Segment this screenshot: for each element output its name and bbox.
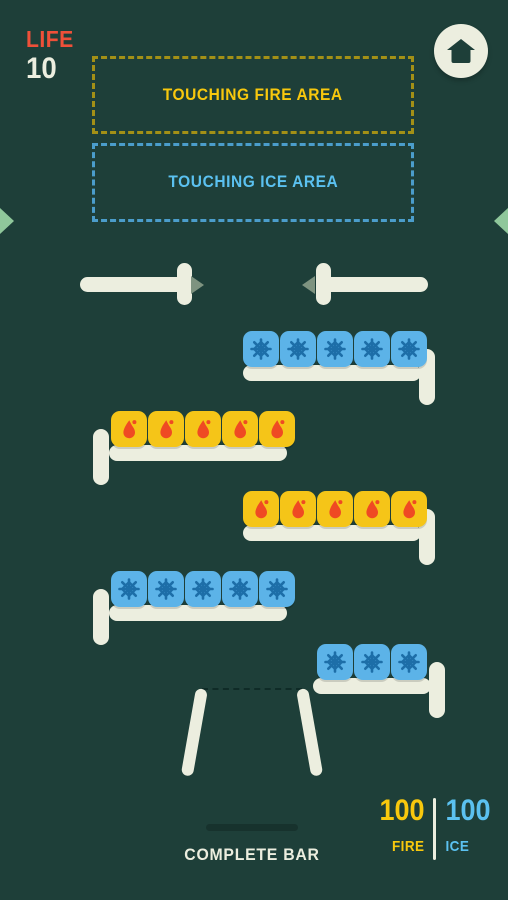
block-bar-1-blocks bbox=[243, 331, 427, 367]
block-bar-4-stem bbox=[93, 589, 109, 645]
ice-block bbox=[148, 571, 184, 607]
flame-icon bbox=[286, 497, 310, 521]
gate-bar-left-stem bbox=[177, 263, 192, 305]
fire-block bbox=[317, 491, 353, 527]
block-bar-5-blocks bbox=[317, 644, 427, 680]
score-panel: 100 FIRE 100 ICE bbox=[377, 796, 492, 860]
ice-block bbox=[259, 571, 295, 607]
snowflake-icon bbox=[191, 577, 215, 601]
ice-block bbox=[391, 331, 427, 367]
ice-block bbox=[317, 331, 353, 367]
flame-icon bbox=[228, 417, 252, 441]
ice-block bbox=[185, 571, 221, 607]
home-icon bbox=[446, 37, 476, 65]
triangle-left-icon bbox=[302, 276, 315, 294]
ice-block bbox=[222, 571, 258, 607]
fire-score: 100 FIRE bbox=[377, 794, 433, 856]
fire-block bbox=[354, 491, 390, 527]
gate-bar-left-arm bbox=[80, 277, 190, 292]
flame-icon bbox=[191, 417, 215, 441]
gate-row bbox=[0, 256, 508, 312]
block-bar-3-arm bbox=[243, 525, 421, 541]
snowflake-icon bbox=[265, 577, 289, 601]
life-label: LIFE bbox=[26, 26, 74, 52]
snowflake-icon bbox=[249, 337, 273, 361]
snowflake-icon bbox=[323, 650, 347, 674]
ice-block bbox=[354, 644, 390, 680]
funnel-container bbox=[180, 687, 324, 778]
snowflake-icon bbox=[117, 577, 141, 601]
progress-track bbox=[206, 824, 298, 831]
fire-block bbox=[185, 411, 221, 447]
ice-block bbox=[354, 331, 390, 367]
block-bar-2-arm bbox=[109, 445, 287, 461]
block-bar-5-stem bbox=[429, 662, 445, 718]
ice-block bbox=[243, 331, 279, 367]
block-bar-2-blocks bbox=[111, 411, 295, 447]
ice-score-label: ICE bbox=[445, 838, 470, 855]
life-counter: LIFE 10 bbox=[26, 28, 78, 85]
fire-score-label: FIRE bbox=[391, 838, 425, 855]
gate-bar-right-stem bbox=[316, 263, 331, 305]
snowflake-icon bbox=[360, 337, 384, 361]
snowflake-icon bbox=[286, 337, 310, 361]
triangle-right-icon bbox=[191, 276, 204, 294]
flame-icon bbox=[154, 417, 178, 441]
touching-fire-area-label: TOUCHING FIRE AREA bbox=[163, 85, 343, 104]
snowflake-icon bbox=[228, 577, 252, 601]
ice-block bbox=[280, 331, 316, 367]
block-bar-1-arm bbox=[243, 365, 421, 381]
block-bar-4[interactable] bbox=[93, 571, 295, 645]
ice-score-value: 100 bbox=[445, 794, 491, 827]
touching-ice-area: TOUCHING ICE AREA bbox=[92, 143, 414, 222]
ice-block bbox=[317, 644, 353, 680]
block-bar-4-arm bbox=[109, 605, 287, 621]
fire-block bbox=[280, 491, 316, 527]
fire-block bbox=[391, 491, 427, 527]
flame-icon bbox=[117, 417, 141, 441]
fire-block bbox=[243, 491, 279, 527]
snowflake-icon bbox=[397, 650, 421, 674]
complete-bar-progress: COMPLETE BAR bbox=[150, 824, 354, 865]
flame-icon bbox=[265, 417, 289, 441]
nav-arrow-right[interactable] bbox=[494, 208, 508, 234]
snowflake-icon bbox=[397, 337, 421, 361]
flame-icon bbox=[249, 497, 273, 521]
fire-block bbox=[222, 411, 258, 447]
gate-bar-right-arm bbox=[318, 277, 428, 292]
home-button[interactable] bbox=[434, 24, 488, 78]
block-bar-2-stem bbox=[93, 429, 109, 485]
fire-score-value: 100 bbox=[379, 794, 425, 827]
touching-ice-area-label: TOUCHING ICE AREA bbox=[168, 173, 338, 191]
block-bar-5[interactable] bbox=[313, 644, 447, 718]
flame-icon bbox=[360, 497, 384, 521]
fire-block bbox=[259, 411, 295, 447]
funnel-leg-left bbox=[180, 687, 208, 777]
funnel-dashed-top bbox=[202, 688, 302, 690]
game-stage: LIFE 10 TOUCHING FIRE AREA TOUCHING ICE … bbox=[0, 0, 508, 900]
nav-arrow-left[interactable] bbox=[0, 208, 14, 234]
block-bar-1[interactable] bbox=[243, 331, 437, 405]
snowflake-icon bbox=[154, 577, 178, 601]
block-bar-3-blocks bbox=[243, 491, 427, 527]
fire-block bbox=[148, 411, 184, 447]
complete-bar-label: COMPLETE BAR bbox=[184, 845, 320, 864]
ice-block bbox=[391, 644, 427, 680]
block-bar-3[interactable] bbox=[243, 491, 437, 565]
block-bar-5-arm bbox=[313, 678, 431, 694]
fire-block bbox=[111, 411, 147, 447]
ice-score: 100 ICE bbox=[436, 794, 492, 856]
life-value: 10 bbox=[26, 52, 57, 85]
snowflake-icon bbox=[323, 337, 347, 361]
touching-fire-area: TOUCHING FIRE AREA bbox=[92, 56, 414, 134]
ice-block bbox=[111, 571, 147, 607]
flame-icon bbox=[397, 497, 421, 521]
flame-icon bbox=[323, 497, 347, 521]
snowflake-icon bbox=[360, 650, 384, 674]
block-bar-4-blocks bbox=[111, 571, 295, 607]
block-bar-2[interactable] bbox=[93, 411, 295, 485]
